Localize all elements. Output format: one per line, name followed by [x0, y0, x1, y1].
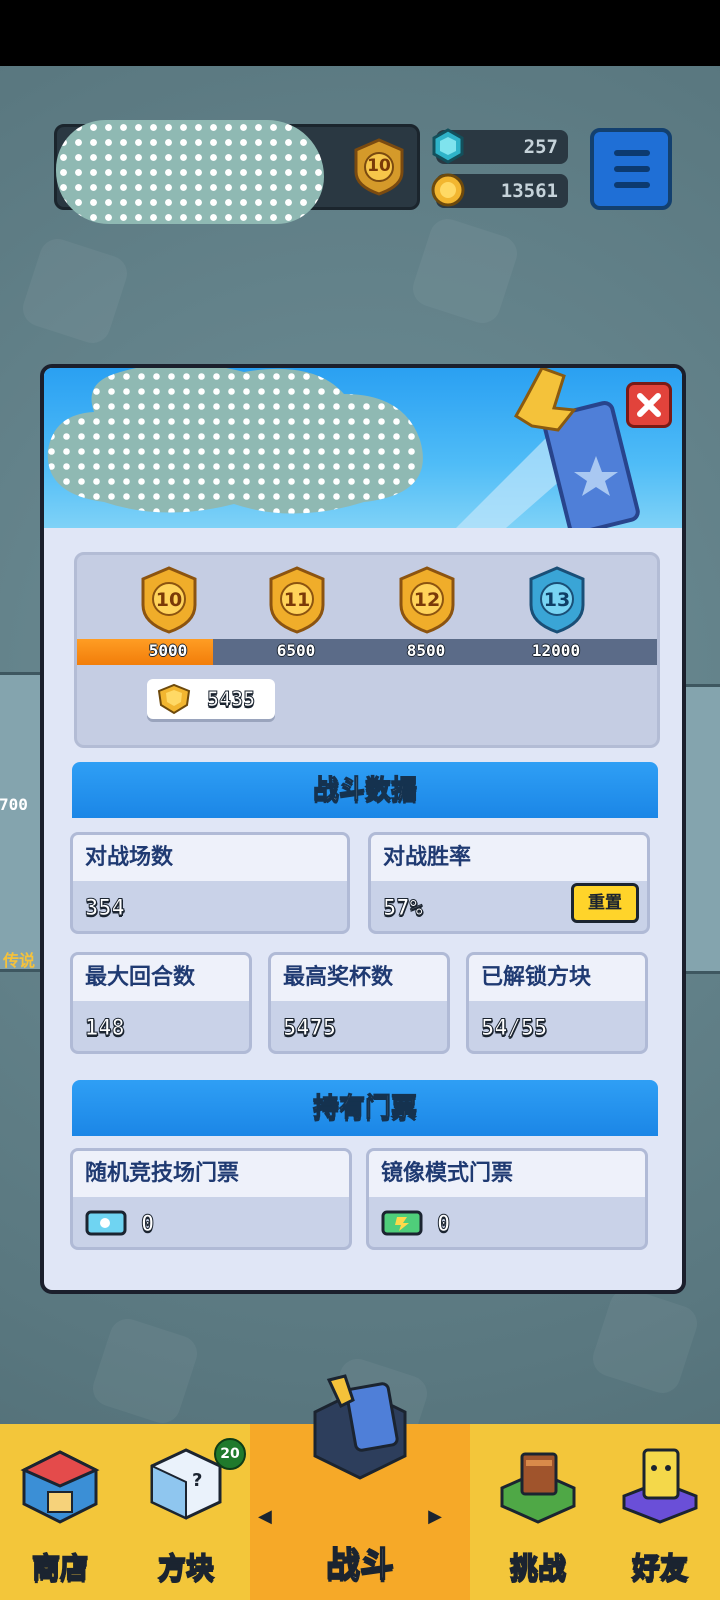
svg-text:?: ?: [192, 1470, 202, 1491]
shop-icon: [20, 1450, 100, 1524]
coins-value: 13561: [500, 180, 558, 202]
nav-blocks-label: 方块: [157, 1550, 215, 1585]
menu-icon: [614, 150, 650, 156]
stat-card-max-rounds: 最大回合数 148: [70, 952, 252, 1054]
stat-card-matches: 对战场数 354: [70, 832, 350, 934]
stat-value: 148: [85, 1016, 126, 1042]
stat-card-win-rate: 对战胜率 57% 重置: [368, 832, 650, 934]
bottom-navigation: 商店 ? 方块 ◀ ▶ 战斗 挑战 好友: [0, 1374, 720, 1600]
stat-label: 最高奖杯数: [271, 955, 447, 1001]
rank-threshold-label: 8500: [406, 641, 446, 660]
rank-badge-11-icon: 11: [265, 565, 329, 635]
reset-button[interactable]: 重置: [571, 883, 639, 923]
panel-header: [44, 368, 682, 528]
stat-label: 对战场数: [73, 835, 347, 881]
gems-value: 257: [523, 136, 558, 158]
player-stats-panel: 10 11 12 13 5000 6500 8500 12000 5435 战斗…: [40, 364, 686, 1294]
current-trophies: 5435: [147, 679, 275, 719]
rank-badge-12-icon: 12: [395, 565, 459, 635]
rank-badge-13-icon: 13: [525, 565, 589, 635]
tickets-header: 持有门票: [72, 1080, 658, 1136]
friends-icon: [622, 1448, 698, 1524]
mirror-ticket-icon: [381, 1210, 423, 1236]
current-trophies-value: 5435: [206, 687, 256, 712]
ticket-value: 0: [436, 1212, 451, 1238]
stat-label: 对战胜率: [371, 835, 647, 881]
gems-counter[interactable]: 257: [432, 128, 568, 164]
nav-battle[interactable]: ◀ ▶ 战斗: [250, 1374, 470, 1600]
ticket-card-random-arena: 随机竞技场门票 0: [70, 1148, 352, 1250]
rank-badge-level: 13: [543, 589, 571, 611]
battle-icon: [313, 1374, 407, 1480]
nav-shop-label: 商店: [31, 1550, 89, 1585]
blocks-notification-badge: 20: [214, 1438, 246, 1470]
nav-challenge-label: 挑战: [509, 1550, 567, 1585]
menu-icon-bar: [614, 182, 650, 188]
status-bar: [0, 0, 720, 66]
arena-ticket-icon: [85, 1210, 127, 1236]
ticket-card-mirror-mode: 镜像模式门票 0: [366, 1148, 648, 1250]
rank-threshold-label: 6500: [276, 641, 316, 660]
stat-value: 57%: [383, 896, 424, 922]
menu-button[interactable]: [590, 128, 672, 210]
battle-stats-header: 战斗数据: [72, 762, 658, 818]
side-card-right: [680, 684, 720, 974]
nav-left-arrow-icon[interactable]: ◀: [258, 1506, 272, 1527]
rank-badge-10-icon: 10: [137, 565, 201, 635]
ticket-value: 0: [140, 1212, 155, 1238]
hud-rank-level: 10: [367, 156, 391, 176]
trophy-icon: [157, 683, 191, 715]
rank-progress-box: 10 11 12 13 5000 6500 8500 12000 5435: [74, 552, 660, 748]
redacted-profile-name: [47, 368, 423, 514]
rank-threshold-label: 12000: [531, 641, 581, 660]
coins-counter[interactable]: 13561: [431, 173, 568, 208]
stat-value: 5475: [283, 1016, 337, 1042]
nav-right-arrow-icon[interactable]: ▶: [428, 1506, 442, 1527]
challenge-icon: [500, 1452, 576, 1524]
ticket-label: 随机竞技场门票: [73, 1151, 349, 1197]
ticket-label: 镜像模式门票: [369, 1151, 645, 1197]
rank-badge-level: 10: [155, 589, 183, 611]
nav-friends-label: 好友: [631, 1550, 689, 1585]
close-icon: [637, 393, 661, 417]
nav-battle-label: 战斗: [325, 1544, 395, 1586]
stat-card-max-trophies: 最高奖杯数 5475: [268, 952, 450, 1054]
rank-badge-icon: 10: [350, 138, 408, 196]
stat-value: 354: [85, 896, 126, 922]
coin-icon: [430, 172, 466, 208]
nav-challenge[interactable]: 挑战: [476, 1424, 600, 1600]
rank-badge-level: 11: [283, 589, 311, 611]
stat-label: 已解锁方块: [469, 955, 645, 1001]
stat-value: 54/55: [480, 1016, 548, 1042]
stat-card-unlocked-blocks: 已解锁方块 54/55: [466, 952, 648, 1054]
close-button[interactable]: [626, 382, 672, 428]
gem-icon: [430, 128, 466, 164]
sword-shield-icon: [456, 368, 640, 528]
side-card-label: 传说: [3, 951, 36, 970]
menu-icon-bar: [614, 166, 650, 172]
side-card-number: 700: [0, 795, 28, 814]
redacted-player-name: [56, 120, 324, 224]
tickets-title: 持有门票: [312, 1093, 417, 1124]
rank-threshold-label: 5000: [148, 641, 188, 660]
stat-label: 最大回合数: [73, 955, 249, 1001]
rank-badge-level: 12: [413, 589, 441, 611]
nav-friends[interactable]: 好友: [600, 1424, 720, 1600]
battle-stats-title: 战斗数据: [312, 775, 417, 806]
nav-shop[interactable]: 商店: [0, 1424, 120, 1600]
